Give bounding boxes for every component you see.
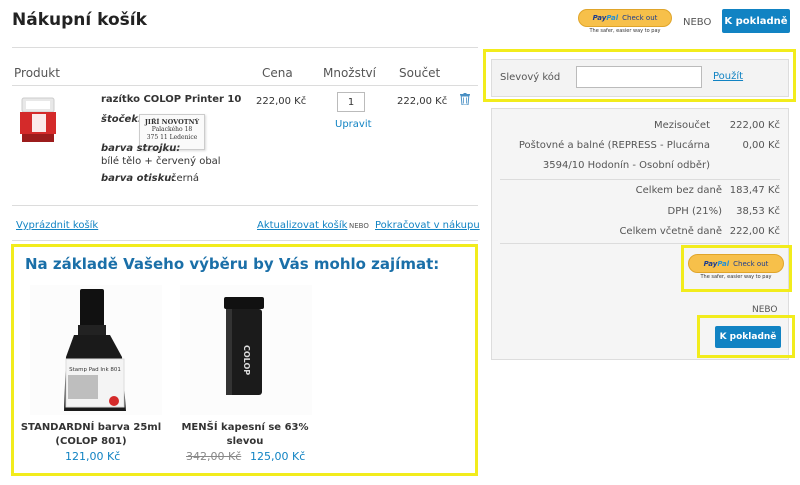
item-stocek-label: štoček: — [101, 114, 142, 125]
paypal-logo: PayPal — [592, 14, 619, 22]
row-divider — [12, 205, 478, 206]
vat-label: DPH (21%) — [667, 206, 722, 217]
subtotal-value: 222,00 Kč — [729, 120, 780, 131]
item-price: 222,00 Kč — [256, 96, 307, 107]
subtotal-no-tax-value: 183,47 Kč — [729, 185, 780, 196]
product-old-price-2: 342,00 Kč — [186, 450, 242, 463]
item-total: 222,00 Kč — [397, 96, 448, 107]
recommendations-title: Na základě Vašeho výběru by Vás mohlo za… — [25, 255, 440, 273]
paypal-check-out-label: Check out — [622, 14, 658, 22]
update-cart-link[interactable]: Aktualizovat košík — [257, 220, 347, 231]
trash-icon[interactable] — [460, 93, 470, 108]
shipping-value: 0,00 Kč — [742, 140, 781, 151]
item-name[interactable]: razítko COLOP Printer 10 — [101, 94, 241, 105]
vat-value: 38,53 Kč — [736, 206, 780, 217]
product-image-pocket-stamp[interactable]: COLOP — [180, 285, 312, 415]
highlight-paypal-summary — [681, 245, 792, 292]
checkout-button-top[interactable]: K pokladně — [722, 9, 790, 33]
column-header-quantity: Množství — [323, 66, 376, 80]
column-header-product: Produkt — [14, 66, 60, 80]
item-body-color-value: bílé tělo + červený obal — [101, 156, 221, 167]
empty-cart-link[interactable]: Vyprázdnit košík — [16, 220, 98, 231]
item-body-color-label: barva strojku: — [101, 143, 181, 154]
column-header-price: Cena — [262, 66, 293, 80]
product-thumbnail-stamp[interactable] — [18, 96, 60, 144]
product-name-2[interactable]: MENŠÍ kapesní se 63% slevou — [172, 421, 318, 449]
summary-divider-2 — [500, 243, 780, 244]
paypal-tagline: The safer, easier way to pay — [589, 28, 661, 34]
actions-divider — [12, 240, 478, 241]
shipping-label-line-1: Poštovné a balné (REPRESS - Plucárna — [518, 140, 710, 151]
ink-bottle-label: Stamp Pad Ink 801 — [69, 367, 121, 373]
highlight-checkout-summary — [697, 315, 795, 358]
grand-total-value: 222,00 Kč — [729, 226, 780, 237]
stamp-brand-label: COLOP — [242, 345, 251, 375]
table-header-divider — [12, 85, 478, 86]
item-ink-color-label: barva otisku: — [101, 173, 176, 184]
grand-total-label: Celkem včetně daně — [619, 226, 722, 237]
quantity-input[interactable]: 1 — [337, 92, 365, 112]
header-divider — [12, 47, 478, 48]
paypal-checkout-button-top[interactable]: PayPal Check out The safer, easier way t… — [578, 9, 672, 34]
product-image-ink-bottle[interactable]: Stamp Pad Ink 801 — [30, 285, 162, 415]
continue-shopping-link[interactable]: Pokračovat v nákupu — [375, 220, 480, 231]
highlight-coupon — [483, 49, 796, 102]
shipping-label-line-2: 3594/10 Hodonín - Osobní odběr) — [542, 160, 710, 171]
product-price-2: 125,00 Kč — [250, 450, 306, 463]
page-title: Nákupní košík — [12, 10, 147, 30]
item-ink-color-value: černá — [171, 173, 200, 184]
summary-divider — [500, 179, 780, 180]
column-header-total: Součet — [399, 66, 441, 80]
subtotal-label: Mezisoučet — [653, 120, 710, 131]
product-name-1[interactable]: STANDARDNÍ barva 25ml (COLOP 801) — [18, 421, 164, 449]
or-separator-actions: NEBO — [349, 222, 369, 230]
or-separator-summary: NEBO — [752, 305, 778, 315]
update-quantity-link[interactable]: Upravit — [335, 119, 372, 130]
product-price-1: 121,00 Kč — [65, 450, 121, 463]
subtotal-no-tax-label: Celkem bez daně — [635, 185, 722, 196]
or-separator: NEBO — [683, 17, 712, 28]
